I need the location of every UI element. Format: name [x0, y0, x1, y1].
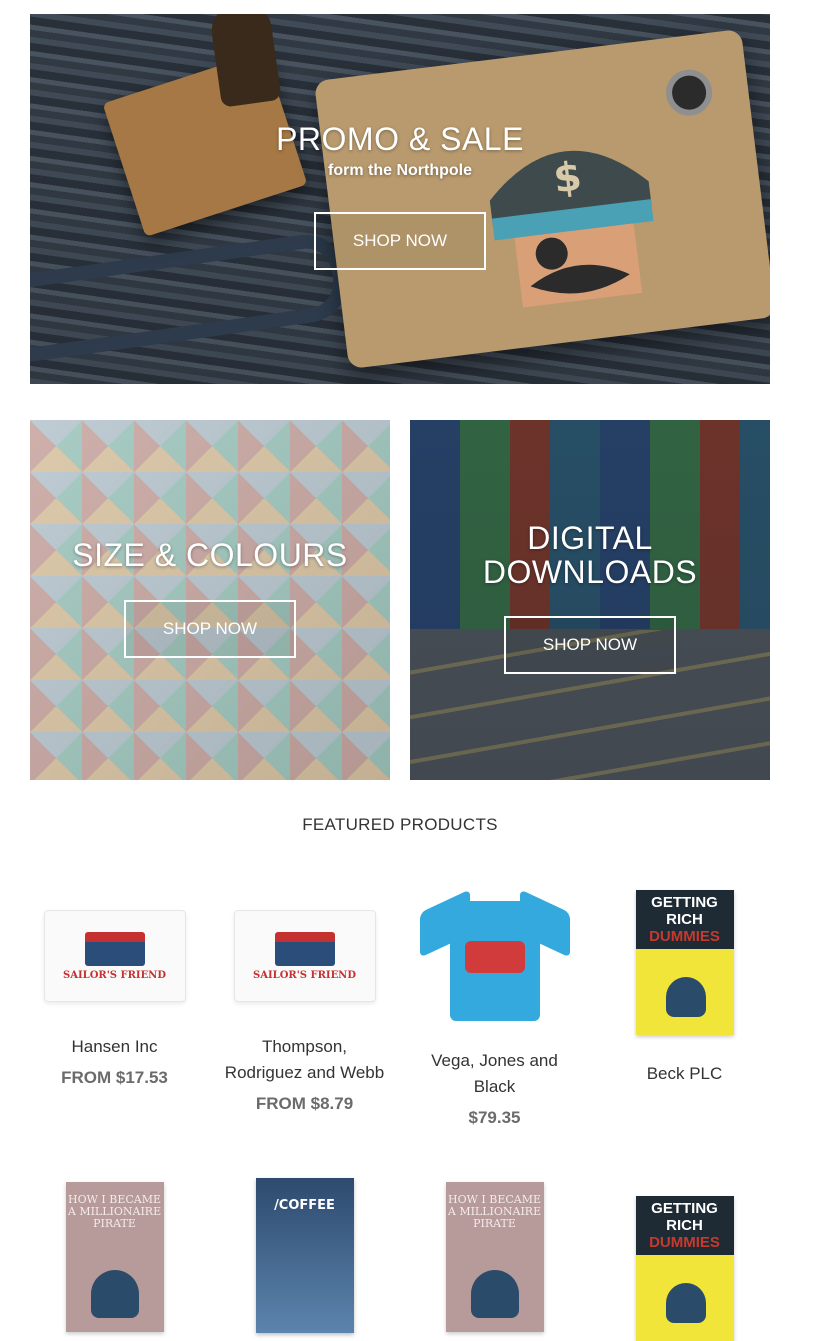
book-title-line3: DUMMIES [649, 928, 720, 945]
hero-title: PROMO & SALE [276, 121, 524, 157]
product-name-line1[interactable]: Vega, Jones and [407, 1048, 582, 1074]
product-price: $79.35 [468, 1108, 521, 1127]
digital-downloads-title-line2: DOWNLOADS [482, 554, 698, 590]
featured-products-heading: FEATURED PRODUCTS [302, 815, 498, 834]
book-title: HOW I BECAME A MILLIONAIRE PIRATE [447, 1193, 542, 1230]
product-card[interactable]: HOW I BECAME A MILLIONAIRE PIRATE [27, 1182, 202, 1332]
product-name[interactable]: Beck PLC [597, 1061, 772, 1087]
product-image[interactable]: HOW I BECAME A MILLIONAIRE PIRATE [65, 1182, 164, 1332]
book-title-line2: RICH [666, 1217, 703, 1234]
product-card[interactable]: HOW I BECAME A MILLIONAIRE PIRATE [407, 1182, 582, 1332]
stamp-handle-image [208, 14, 282, 108]
scissors-image [30, 229, 353, 367]
product-card[interactable]: SAILOR'S FRIEND Hansen Inc FROM $17.53 [27, 878, 202, 1088]
product-name[interactable]: Hansen Inc [27, 1034, 202, 1060]
book-title: HOW I BECAME A MILLIONAIRE PIRATE [67, 1193, 162, 1230]
book-title: GETTING RICH DUMMIES [635, 1196, 734, 1255]
product-image[interactable] [419, 886, 570, 1026]
product-name-line2[interactable]: Rodriguez and Webb [217, 1060, 392, 1086]
hero-shop-now-button[interactable]: SHOP NOW [314, 212, 486, 270]
product-price: FROM $8.79 [255, 1094, 354, 1113]
book-title: GETTING RICH DUMMIES [635, 890, 734, 949]
product-card[interactable]: GETTING RICH DUMMIES [597, 1184, 772, 1341]
book-title-line2: RICH [666, 911, 703, 928]
pirate-icon [665, 1283, 706, 1323]
product-image[interactable]: SAILOR'S FRIEND [233, 910, 376, 1002]
product-name-line2[interactable]: Black [407, 1074, 582, 1100]
pirate-icon [470, 1270, 519, 1318]
package-logo: SAILOR'S FRIEND [253, 969, 356, 981]
book-title-line1: GETTING [651, 1200, 718, 1217]
size-colours-text: SIZE & COLOURS [30, 538, 390, 572]
digital-downloads-title-line1: DIGITAL [527, 520, 653, 556]
truck-icon [274, 931, 335, 966]
product-image[interactable]: GETTING RICH DUMMIES [635, 890, 734, 1035]
coffee-bag-title: /COFFEE [274, 1198, 335, 1213]
pirate-icon [665, 977, 706, 1017]
product-card[interactable]: Vega, Jones and Black $79.35 [407, 878, 582, 1128]
digital-downloads-text: DIGITAL DOWNLOADS [410, 521, 770, 589]
size-colours-banner[interactable]: SIZE & COLOURS SHOP NOW [30, 420, 390, 780]
digital-downloads-banner[interactable]: DIGITAL DOWNLOADS SHOP NOW [410, 420, 770, 780]
product-image[interactable]: /COFFEE [255, 1178, 354, 1333]
size-colours-shop-now-button[interactable]: SHOP NOW [124, 600, 296, 658]
hero-subtitle: form the Northpole [328, 162, 472, 179]
tag-hole [663, 67, 715, 119]
product-price: FROM $17.53 [61, 1068, 168, 1087]
product-card[interactable]: /COFFEE [217, 1178, 392, 1333]
van-icon [464, 941, 525, 973]
promo-hero-banner[interactable]: $ PROMO & SALE form the Northpole SHOP N… [30, 14, 770, 384]
product-image[interactable]: HOW I BECAME A MILLIONAIRE PIRATE [445, 1182, 544, 1332]
product-card[interactable]: GETTING RICH DUMMIES Beck PLC [597, 878, 772, 1087]
price-tag-image: $ [313, 28, 770, 370]
hero-text: PROMO & SALE form the Northpole [30, 122, 770, 180]
pirate-icon [90, 1270, 139, 1318]
truck-icon [84, 931, 145, 966]
product-image[interactable]: SAILOR'S FRIEND [43, 910, 186, 1002]
product-image[interactable]: GETTING RICH DUMMIES [635, 1196, 734, 1341]
digital-downloads-shop-now-button[interactable]: SHOP NOW [504, 616, 676, 674]
package-logo: SAILOR'S FRIEND [63, 969, 166, 981]
product-card[interactable]: SAILOR'S FRIEND Thompson, Rodriguez and … [217, 878, 392, 1114]
book-title-line3: DUMMIES [649, 1234, 720, 1251]
book-title-line1: GETTING [651, 894, 718, 911]
size-colours-title: SIZE & COLOURS [72, 537, 348, 573]
product-name-line1[interactable]: Thompson, [217, 1034, 392, 1060]
